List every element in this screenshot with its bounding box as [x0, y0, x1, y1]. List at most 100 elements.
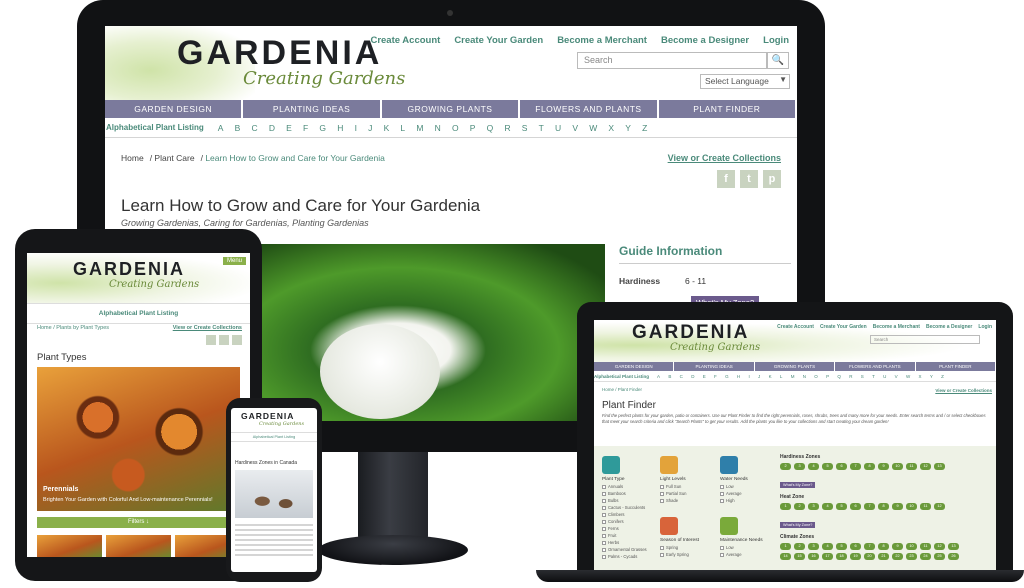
letter-link-g[interactable]: G: [725, 374, 729, 379]
plant-thumbnail[interactable]: [106, 535, 171, 557]
language-select[interactable]: Select Language ▼: [700, 74, 790, 89]
letter-link-q[interactable]: Q: [837, 374, 841, 379]
laptop-collections-link[interactable]: View or Create Collections: [935, 388, 992, 393]
letter-link-c[interactable]: C: [252, 123, 258, 133]
zone-button[interactable]: 7: [850, 463, 861, 470]
letter-link-f[interactable]: F: [303, 123, 308, 133]
create-garden-link[interactable]: Create Your Garden: [454, 35, 543, 46]
zone-button[interactable]: 9: [892, 543, 903, 550]
letter-link-z[interactable]: Z: [941, 374, 944, 379]
letter-link-r[interactable]: R: [849, 374, 852, 379]
zone-button[interactable]: 6: [850, 503, 861, 510]
zone-button[interactable]: 19: [850, 553, 861, 560]
letter-link-j[interactable]: J: [758, 374, 760, 379]
search-icon[interactable]: 🔍: [767, 52, 789, 69]
laptop-alphabet-label[interactable]: Alphabetical Plant Listing: [594, 374, 649, 379]
letter-link-o[interactable]: O: [814, 374, 818, 379]
zone-button[interactable]: 6: [836, 463, 847, 470]
zone-button[interactable]: 18: [836, 553, 847, 560]
zone-button[interactable]: 3: [808, 543, 819, 550]
letter-link-u[interactable]: U: [883, 374, 886, 379]
menu-button[interactable]: Menu: [222, 257, 246, 265]
create-account-link[interactable]: Create Account: [370, 35, 440, 46]
zone-button[interactable]: 10: [906, 543, 917, 550]
zone-button[interactable]: 4: [822, 543, 833, 550]
letter-link-e[interactable]: E: [703, 374, 706, 379]
filter-checkbox[interactable]: Bamboos: [602, 491, 660, 496]
zone-button[interactable]: 3: [794, 463, 805, 470]
letter-link-a[interactable]: A: [218, 123, 224, 133]
search-input[interactable]: Search: [577, 52, 767, 69]
letter-link-b[interactable]: B: [668, 374, 671, 379]
become-merchant-link[interactable]: Become a Merchant: [873, 324, 920, 330]
nav-garden-design[interactable]: GARDEN DESIGN: [105, 100, 244, 118]
zone-button[interactable]: 8: [864, 463, 875, 470]
zone-button[interactable]: 17: [822, 553, 833, 560]
letter-link-p[interactable]: P: [826, 374, 829, 379]
nav-garden-design[interactable]: GARDEN DESIGN: [594, 362, 675, 371]
laptop-logo[interactable]: GARDENIA: [632, 322, 749, 344]
phone-logo[interactable]: GARDENIA: [241, 411, 294, 421]
become-merchant-link[interactable]: Become a Merchant: [557, 35, 647, 46]
zone-button[interactable]: 20: [864, 553, 875, 560]
laptop-search-input[interactable]: Search: [870, 335, 980, 344]
zone-button[interactable]: 7: [864, 503, 875, 510]
become-designer-link[interactable]: Become a Designer: [926, 324, 972, 330]
letter-link-v[interactable]: V: [572, 123, 578, 133]
zone-button[interactable]: 8: [878, 543, 889, 550]
nav-plant-finder[interactable]: PLANT FINDER: [915, 362, 996, 371]
login-link[interactable]: Login: [978, 324, 992, 330]
letter-link-a[interactable]: A: [657, 374, 660, 379]
filter-checkbox[interactable]: Conifers: [602, 519, 660, 524]
become-designer-link[interactable]: Become a Designer: [661, 35, 749, 46]
zone-button[interactable]: 23: [906, 553, 917, 560]
whats-my-zone-button[interactable]: What's My Zone?: [780, 482, 816, 488]
letter-link-n[interactable]: N: [803, 374, 806, 379]
tablet-collections-link[interactable]: View or Create Collections: [173, 325, 242, 331]
filter-checkbox[interactable]: Cactus - Succulents: [602, 505, 660, 510]
letter-link-w[interactable]: W: [589, 123, 597, 133]
zone-button[interactable]: 5: [836, 503, 847, 510]
alphabet-label[interactable]: Alphabetical Plant Listing: [106, 123, 204, 132]
letter-link-b[interactable]: B: [235, 123, 241, 133]
filter-checkbox[interactable]: Spring: [660, 545, 718, 550]
letter-link-z[interactable]: Z: [642, 123, 647, 133]
zone-button[interactable]: 14: [780, 553, 791, 560]
filter-checkbox[interactable]: Full Sun: [660, 484, 718, 489]
laptop-breadcrumb[interactable]: Home / Plant Finder: [602, 387, 642, 392]
zone-button[interactable]: 15: [794, 553, 805, 560]
filter-checkbox[interactable]: Average: [720, 552, 778, 557]
zone-button[interactable]: 3: [808, 503, 819, 510]
facebook-icon[interactable]: [206, 335, 216, 345]
letter-link-w[interactable]: W: [906, 374, 910, 379]
nav-flowers-and-plants[interactable]: FLOWERS AND PLANTS: [835, 362, 916, 371]
filter-checkbox[interactable]: Annuals: [602, 484, 660, 489]
zone-button[interactable]: 2: [794, 503, 805, 510]
letter-link-k[interactable]: K: [384, 123, 390, 133]
twitter-icon[interactable]: [219, 335, 229, 345]
zone-button[interactable]: 2: [794, 543, 805, 550]
pinterest-icon[interactable]: p: [763, 170, 781, 188]
letter-link-d[interactable]: D: [691, 374, 694, 379]
whats-my-zone-button[interactable]: What's My Zone?: [780, 522, 816, 528]
zone-button[interactable]: 8: [878, 503, 889, 510]
zone-button[interactable]: 12: [934, 503, 945, 510]
filter-checkbox[interactable]: Fruit: [602, 533, 660, 538]
filter-checkbox[interactable]: Herbs: [602, 540, 660, 545]
zone-button[interactable]: 22: [892, 553, 903, 560]
letter-link-h[interactable]: H: [737, 374, 740, 379]
zone-button[interactable]: 4: [808, 463, 819, 470]
letter-link-x[interactable]: X: [608, 123, 614, 133]
letter-link-e[interactable]: E: [286, 123, 292, 133]
letter-link-v[interactable]: V: [895, 374, 898, 379]
filter-checkbox[interactable]: Low: [720, 484, 778, 489]
letter-link-p[interactable]: P: [470, 123, 476, 133]
letter-link-t[interactable]: T: [872, 374, 875, 379]
letter-link-c[interactable]: C: [680, 374, 683, 379]
zone-button[interactable]: 1: [780, 543, 791, 550]
letter-link-j[interactable]: J: [368, 123, 372, 133]
filter-checkbox[interactable]: Climbers: [602, 512, 660, 517]
zone-button[interactable]: 7: [864, 543, 875, 550]
nav-flowers-and-plants[interactable]: FLOWERS AND PLANTS: [520, 100, 659, 118]
filter-checkbox[interactable]: Ferns: [602, 526, 660, 531]
